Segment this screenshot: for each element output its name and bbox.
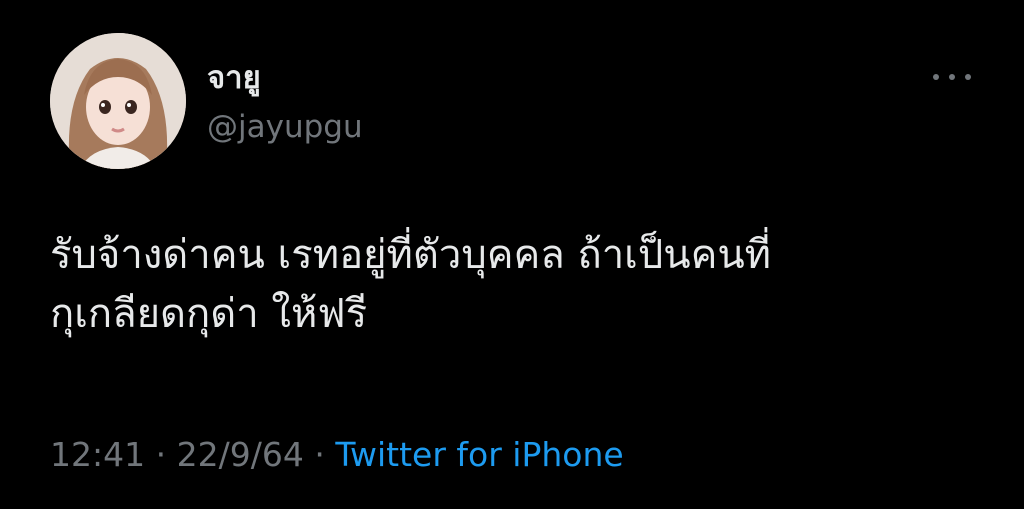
tweet-meta: 12:41 · 22/9/64 · Twitter for iPhone: [50, 432, 624, 478]
meta-separator: ·: [155, 435, 167, 474]
tweet-text-line: รับจ้างด่าคน เรทอยู่ที่ตัวบุคคล ถ้าเป็นค…: [50, 232, 772, 278]
tweet-time[interactable]: 12:41: [50, 435, 145, 474]
tweet-source-link[interactable]: Twitter for iPhone: [335, 435, 623, 474]
display-name[interactable]: จายู: [207, 60, 261, 96]
more-dot: [965, 74, 971, 80]
avatar[interactable]: [50, 33, 186, 169]
more-horizontal-icon[interactable]: [930, 64, 974, 90]
tweet-date[interactable]: 22/9/64: [177, 435, 304, 474]
more-dot: [949, 74, 955, 80]
profile-photo: [50, 33, 186, 169]
tweet-text-line: กุเกลียดกุด่า ให้ฟรี: [50, 291, 368, 337]
user-handle[interactable]: @jayupgu: [207, 107, 363, 147]
tweet-text: รับจ้างด่าคน เรทอยู่ที่ตัวบุคคล ถ้าเป็นค…: [50, 226, 990, 344]
more-dot: [933, 74, 939, 80]
meta-separator: ·: [314, 435, 325, 474]
